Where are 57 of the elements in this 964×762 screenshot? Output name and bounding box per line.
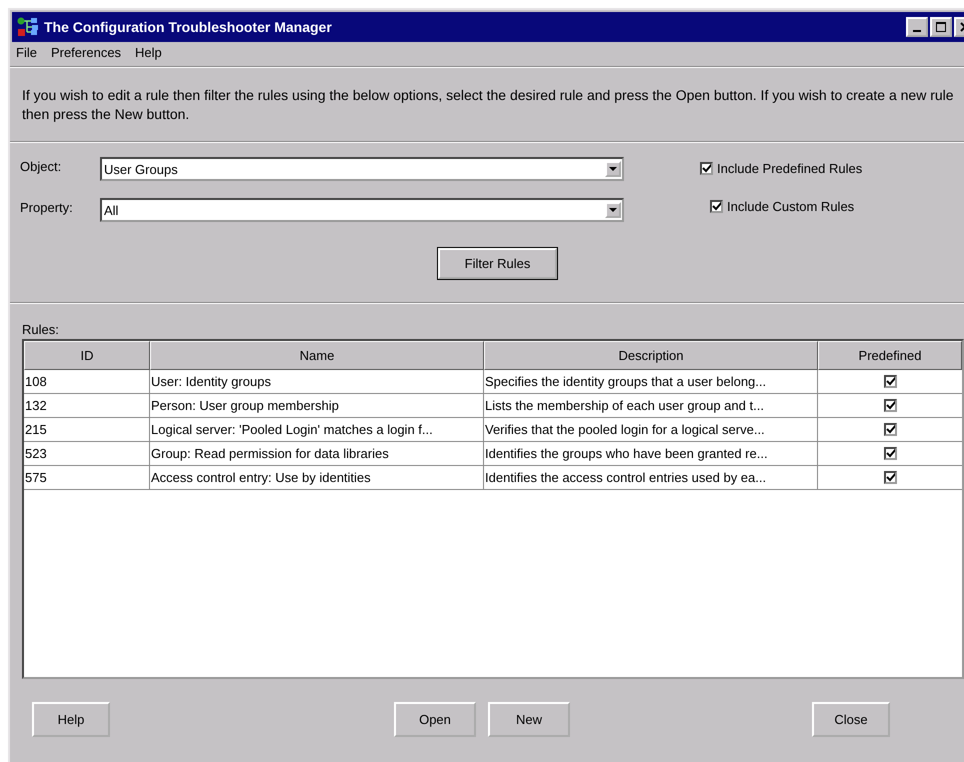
table-cell: 575: [24, 466, 150, 490]
table-cell: 108: [24, 370, 150, 394]
minimize-icon: [913, 30, 921, 32]
action-button[interactable]: New: [488, 702, 570, 737]
menu-item[interactable]: Preferences: [50, 45, 122, 60]
maximize-icon: [936, 22, 946, 32]
column-header[interactable]: Predefined: [818, 341, 962, 370]
dropdown-arrow-icon: [609, 166, 617, 172]
menu-item[interactable]: Help: [135, 45, 162, 60]
filter-label: Property:: [20, 200, 74, 214]
checkbox-label: Include Predefined Rules: [717, 161, 862, 176]
help-button[interactable]: Help: [32, 702, 110, 737]
minimize-button[interactable]: [906, 17, 928, 37]
table-cell: Access control entry: Use by identities: [150, 466, 484, 490]
table-cell: 215: [24, 418, 150, 442]
filter-label: Object:: [20, 158, 62, 174]
checkbox[interactable]: [884, 447, 896, 460]
action-button[interactable]: Open: [394, 702, 476, 737]
checkbox[interactable]: [884, 423, 896, 436]
column-header[interactable]: ID: [24, 341, 150, 370]
dropdown-arrow-icon: [609, 208, 617, 212]
dropdown-field[interactable]: All: [100, 198, 624, 222]
checkmark-icon: [886, 424, 894, 435]
checkbox[interactable]: [710, 200, 723, 213]
dropdown-field[interactable]: User Groups: [100, 157, 624, 181]
table-cell: Lists the membership of each user group and t...: [484, 394, 818, 418]
checkmark-icon: [886, 376, 894, 387]
table-cell: Group: Read permission for data libraries: [150, 442, 484, 466]
checkmark-icon: [712, 201, 721, 212]
close-dialog-button[interactable]: Close: [812, 702, 890, 737]
table-cell: Identifies the access control entries used by ea...: [484, 466, 818, 490]
table-cell: Logical server: 'Pooled Login' matches a login f...: [150, 418, 484, 442]
filter-rules-button[interactable]: Filter Rules: [438, 248, 557, 279]
network-nodes-icon: [16, 16, 40, 38]
table-cell: 523: [24, 442, 150, 466]
table-cell: Specifies the identity groups that a user belong...: [484, 370, 818, 394]
checkmark-icon: [886, 472, 894, 483]
checkbox[interactable]: [884, 399, 896, 412]
table-cell: Person: User group membership: [150, 394, 484, 418]
checkbox-label: Include Custom Rules: [727, 199, 854, 214]
table-cell: 132: [24, 394, 150, 418]
checkbox[interactable]: [884, 375, 896, 388]
instructions-text: If you wish to edit a rule then filter the rules using the below options, select the desired rule and press the Open button. If you wish to create a new rule then press the New button.: [22, 86, 955, 124]
rules-label: Rules:: [22, 322, 60, 337]
checkbox[interactable]: [700, 162, 713, 175]
menu-item[interactable]: File: [16, 45, 37, 60]
window-title: The Configuration Troubleshooter Manager: [44, 19, 333, 35]
table-cell: Verifies that the pooled login for a logical serve...: [484, 418, 818, 442]
checkmark-icon: [886, 448, 894, 459]
checkbox[interactable]: [884, 471, 896, 484]
maximize-button[interactable]: [930, 17, 952, 37]
table-cell: Identifies the groups who have been granted re...: [484, 442, 818, 466]
column-header[interactable]: Name: [150, 341, 484, 370]
column-header[interactable]: Description: [484, 341, 818, 370]
checkmark-icon: [886, 400, 894, 411]
checkmark-icon: [702, 163, 711, 174]
table-cell: User: Identity groups: [150, 370, 484, 394]
